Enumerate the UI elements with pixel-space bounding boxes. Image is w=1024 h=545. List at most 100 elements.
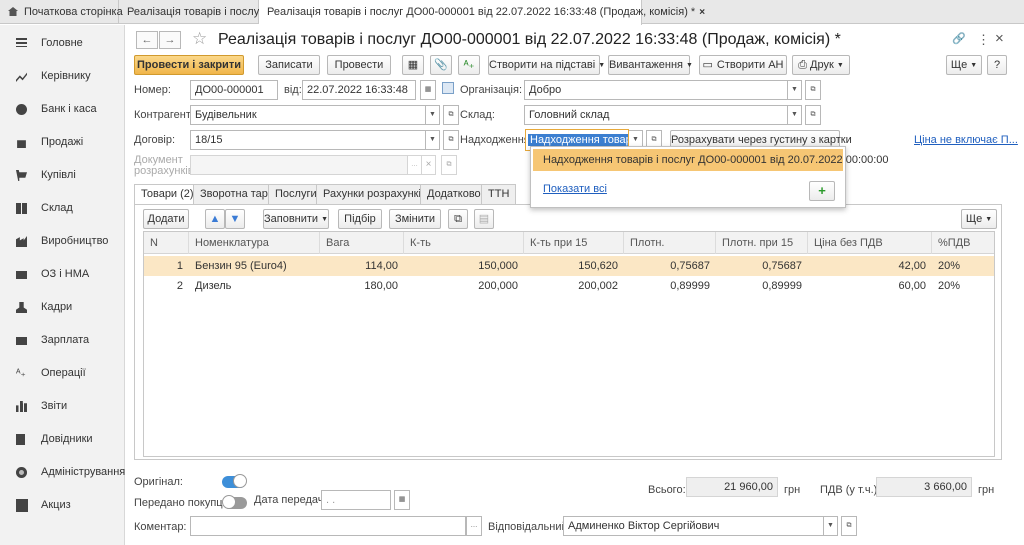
help-button[interactable]: ? (987, 55, 1007, 75)
tab-sales-document[interactable]: Реалізація товарів і послуг ДО00-000001 … (259, 0, 705, 25)
trend-icon (16, 72, 27, 82)
chevron-down-icon[interactable]: ▼ (824, 516, 838, 536)
open-icon[interactable]: ⧉ (805, 80, 821, 100)
table-row[interactable]: 2 Дизель 180,00 200,000 200,002 0,89999 … (144, 276, 994, 296)
clear-icon[interactable]: × (422, 155, 436, 175)
post-and-close-button[interactable]: Провести і закрити (134, 55, 244, 75)
column-n[interactable]: N (144, 232, 189, 254)
close-icon[interactable]: × (995, 30, 1004, 47)
sidebar-item-directories[interactable]: Довідники (0, 423, 125, 456)
change-button[interactable]: Змінити (389, 209, 441, 229)
unload-button[interactable]: Вивантаження ▼ (608, 55, 693, 75)
sidebar-item-excise[interactable]: Акциз (0, 489, 125, 522)
show-all-link[interactable]: Показати всі (543, 183, 607, 195)
transfer-date-field[interactable]: . . (321, 490, 391, 510)
open-icon[interactable]: ⧉ (805, 105, 821, 125)
number-field[interactable]: ДО00-000001 (190, 80, 278, 100)
post-button[interactable]: Провести (327, 55, 391, 75)
responsible-field[interactable]: Админенко Віктор Сергійович (563, 516, 824, 536)
dropdown-option[interactable]: Надходження товарів і послуг ДО00-000001… (533, 149, 889, 171)
print-button[interactable]: ⎙ Друк ▼ (792, 55, 850, 75)
cell-nomenclature: Бензин 95 (Euro4) (195, 260, 287, 272)
copy-icon[interactable]: ⧉ (448, 209, 468, 229)
save-button[interactable]: Записати (258, 55, 320, 75)
attach-icon[interactable]: 📎 (430, 55, 452, 75)
column-quantity-at-15[interactable]: К-ть при 15 (524, 232, 624, 254)
cell-price: 42,00 (898, 260, 926, 272)
sidebar-item-purchases[interactable]: Купівлі (0, 159, 125, 192)
more-button[interactable]: Ще ▼ (946, 55, 982, 75)
column-density-at-15[interactable]: Плотн. при 15 (716, 232, 808, 254)
tab-settlement-accounts[interactable]: Рахунки розрахунків (316, 184, 434, 204)
price-excludes-vat-link[interactable]: Ціна не включає П... (914, 134, 1018, 146)
transferred-toggle[interactable] (222, 495, 247, 509)
fill-label: Заповнити (264, 213, 319, 225)
column-price-without-vat[interactable]: Ціна без ПДВ (808, 232, 932, 254)
tab-home[interactable]: Початкова сторінка (0, 0, 123, 24)
table-more-button[interactable]: Ще ▼ (961, 209, 997, 229)
sidebar-item-main[interactable]: Головне (0, 27, 125, 60)
date-field[interactable]: 22.07.2022 16:33:48 (302, 80, 416, 100)
calendar-icon[interactable]: ▦ (420, 80, 436, 100)
sidebar-item-fixed-assets[interactable]: ОЗ і НМА (0, 258, 125, 291)
chevron-down-icon[interactable]: ▼ (426, 130, 440, 150)
original-toggle[interactable] (222, 474, 247, 488)
forward-button[interactable]: → (159, 31, 181, 49)
tab-goods[interactable]: Товари (2) (134, 184, 201, 205)
chevron-down-icon[interactable]: ▼ (426, 105, 440, 125)
chevron-down-icon[interactable]: ▼ (788, 80, 802, 100)
open-icon[interactable]: ⧉ (443, 130, 459, 150)
create-an-button[interactable]: ▭ Створити АН (699, 55, 787, 75)
sidebar-item-warehouse[interactable]: Склад (0, 192, 125, 225)
column-density[interactable]: Плотн. (624, 232, 716, 254)
create-based-on-button[interactable]: Створити на підставі ▼ (488, 55, 605, 75)
select-button[interactable]: Підбір (338, 209, 382, 229)
column-weight[interactable]: Вага (320, 232, 404, 254)
fill-button[interactable]: Заповнити ▼ (263, 209, 329, 229)
comment-field[interactable] (190, 516, 466, 536)
sidebar-item-manager[interactable]: Керівнику (0, 60, 125, 93)
document-form: ← → ☆ Реалізація товарів і послуг ДО00-0… (126, 25, 1024, 545)
open-icon[interactable]: ⧉ (441, 155, 457, 175)
tab-ttn[interactable]: ТТН (481, 184, 517, 204)
bank-icon (16, 104, 27, 115)
open-icon[interactable]: ⧉ (443, 105, 459, 125)
open-icon[interactable]: ⧉ (841, 516, 857, 536)
sidebar-item-sales[interactable]: Продажі (0, 126, 125, 159)
calendar-icon[interactable]: ▦ (394, 490, 410, 510)
ellipsis-icon[interactable]: … (466, 516, 482, 536)
counterparty-field[interactable]: Будівельник (190, 105, 426, 125)
sidebar-item-reports[interactable]: Звіти (0, 390, 125, 423)
add-button[interactable]: Додати (143, 209, 189, 229)
chevron-down-icon[interactable]: ▼ (788, 105, 802, 125)
add-icon[interactable]: + (809, 181, 835, 201)
ellipsis-icon[interactable]: … (408, 155, 422, 175)
close-icon[interactable]: × (699, 7, 705, 18)
column-vat-rate[interactable]: %ПДВ (932, 232, 994, 254)
back-button[interactable]: ← (136, 31, 158, 49)
settlement-document-field[interactable] (190, 155, 408, 175)
arrow-up-icon[interactable]: ▲ (205, 209, 225, 229)
sidebar-item-production[interactable]: Виробництво (0, 225, 125, 258)
tab-additional[interactable]: Додатково (420, 184, 488, 204)
paste-icon[interactable]: ▤ (474, 209, 494, 229)
structure-icon[interactable]: ▦ (402, 55, 424, 75)
more-icon[interactable]: ⋮ (977, 32, 990, 48)
tab-sales-list[interactable]: Реалізація товарів і послуг× (119, 0, 273, 24)
column-quantity[interactable]: К-ть (404, 232, 524, 254)
sidebar-item-operations[interactable]: ᴬ₊ Операції (0, 357, 125, 390)
sidebar-item-bank[interactable]: Банк і каса (0, 93, 125, 126)
star-icon[interactable]: ☆ (192, 29, 207, 49)
organization-field[interactable]: Добро (524, 80, 788, 100)
column-nomenclature[interactable]: Номенклатура (189, 232, 320, 254)
contract-field[interactable]: 18/15 (190, 130, 426, 150)
arrow-down-icon[interactable]: ▼ (225, 209, 245, 229)
table-row[interactable]: 1 Бензин 95 (Euro4) 114,00 150,000 150,6… (144, 256, 994, 276)
warehouse-field[interactable]: Головний склад (524, 105, 788, 125)
sidebar-item-hr[interactable]: Кадри (0, 291, 125, 324)
sidebar-item-salary[interactable]: Зарплата (0, 324, 125, 357)
dt-kt-icon[interactable]: ᴬ₊ (458, 55, 480, 75)
sidebar-item-administration[interactable]: Адміністрування (0, 456, 125, 489)
link-icon[interactable]: 🔗 (952, 32, 966, 45)
calendar-icon[interactable] (442, 82, 454, 94)
